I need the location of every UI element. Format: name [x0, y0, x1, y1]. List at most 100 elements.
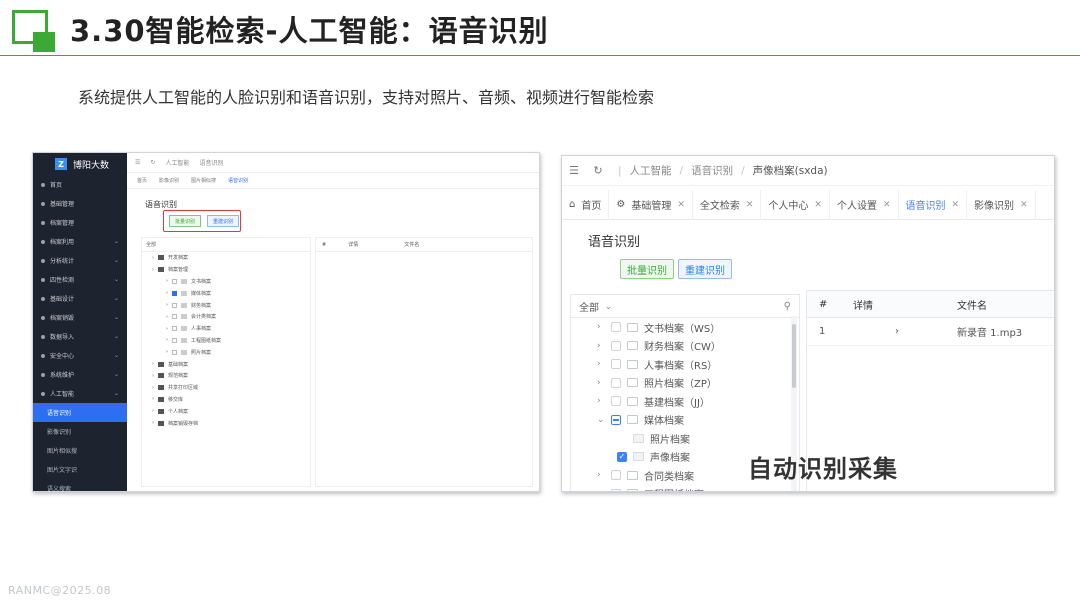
chevron-right-icon[interactable]: › — [166, 326, 168, 332]
checkbox[interactable] — [611, 340, 621, 351]
refresh-icon[interactable]: ↻ — [150, 159, 155, 166]
left-sidebar-item[interactable]: 数据导入 ⌄ — [33, 327, 127, 346]
tree-node[interactable]: › 文书档案（WS） — [571, 318, 799, 337]
chevron-right-icon[interactable]: › — [166, 314, 168, 320]
tree-filter[interactable]: 全部 ⌄ ⚲ — [571, 294, 799, 318]
tab-5[interactable]: 语音识别 ✕ — [899, 189, 968, 220]
left-sidebar-subitem[interactable]: 图片文字识 — [33, 460, 127, 479]
close-icon[interactable]: ✕ — [883, 200, 891, 210]
checkbox[interactable] — [611, 488, 621, 491]
left-sidebar-item[interactable]: 档案销毁 ⌄ — [33, 308, 127, 327]
checkbox[interactable] — [172, 290, 177, 296]
tree-node[interactable]: › 工程图纸档案 — [571, 485, 799, 491]
chevron-right-icon[interactable]: › — [152, 385, 154, 391]
left-tab-image[interactable]: 影像识别 — [159, 177, 179, 184]
left-tree-row[interactable]: › 工程图纸档案 — [142, 335, 310, 347]
close-icon[interactable]: ✕ — [746, 200, 754, 210]
chevron-right-icon[interactable]: › — [597, 470, 605, 480]
left-tab-home[interactable]: 首页 — [137, 177, 147, 184]
batch-recognize-button[interactable]: 批量识别 — [620, 259, 674, 279]
close-icon[interactable]: ✕ — [814, 200, 822, 210]
left-sidebar-subitem[interactable]: 影像识别 — [33, 422, 127, 441]
checkbox[interactable] — [611, 414, 621, 425]
chevron-right-icon[interactable]: › — [152, 373, 154, 379]
left-sidebar-item[interactable]: 系统维护 ⌄ — [33, 365, 127, 384]
chevron-right-icon[interactable]: › — [152, 255, 154, 261]
chevron-right-icon[interactable]: › — [166, 290, 168, 296]
chevron-right-icon[interactable]: › — [166, 278, 168, 284]
checkbox[interactable] — [172, 302, 177, 308]
refresh-icon[interactable]: ↻ — [586, 164, 610, 177]
chevron-right-icon[interactable]: › — [152, 396, 154, 402]
tree-node[interactable]: › 照片档案（ZP） — [571, 374, 799, 393]
left-tree-row[interactable]: › 个人档案 — [142, 405, 310, 417]
left-sidebar-item[interactable]: 四性检测 ⌄ — [33, 270, 127, 289]
left-tree-row[interactable]: › 文书档案 — [142, 276, 310, 288]
checkbox[interactable] — [172, 314, 177, 320]
chevron-right-icon[interactable]: › — [152, 420, 154, 426]
tab-3[interactable]: 个人中心 ✕ — [761, 189, 830, 220]
left-tree-row[interactable]: › 档案管理 — [142, 264, 310, 276]
checkbox[interactable]: ✓ — [617, 451, 627, 462]
left-tab-voice[interactable]: 语音识别 — [228, 177, 248, 184]
chevron-down-icon[interactable]: ⌄ — [597, 415, 605, 425]
chevron-right-icon[interactable]: › — [166, 337, 168, 343]
tab-2[interactable]: 全文检索 ✕ — [693, 189, 762, 220]
chevron-right-icon[interactable]: › — [152, 361, 154, 367]
left-tree-row[interactable]: › 开发档案 — [142, 252, 310, 264]
chevron-right-icon[interactable]: › — [152, 267, 154, 273]
left-tree-row[interactable]: › 会计类档案 — [142, 311, 310, 323]
tree-node[interactable]: ⌄ 媒体档案 — [571, 411, 799, 430]
breadcrumb-2[interactable]: 语音识别 — [691, 163, 733, 178]
checkbox[interactable] — [611, 322, 621, 333]
left-sidebar-item[interactable]: 首页 — [33, 175, 127, 194]
left-sidebar-item[interactable]: 分析统计 ⌄ — [33, 251, 127, 270]
tree-node[interactable]: › 基建档案（JJ） — [571, 392, 799, 411]
chevron-right-icon[interactable]: › — [597, 489, 605, 491]
left-tree-row[interactable]: › 移交库 — [142, 394, 310, 406]
left-tree-header[interactable]: 全部 — [142, 238, 310, 252]
rebuild-recognize-button[interactable]: 重建识别 — [678, 259, 732, 279]
tree-node[interactable]: 照片档案 — [571, 429, 799, 448]
left-sidebar-item[interactable]: 人工智能 ⌄ — [33, 384, 127, 403]
expand-chevron-icon[interactable]: › — [849, 326, 957, 337]
left-sidebar-item[interactable]: 基础管理 — [33, 194, 127, 213]
chevron-right-icon[interactable]: › — [166, 302, 168, 308]
checkbox[interactable] — [172, 278, 177, 284]
chevron-right-icon[interactable]: › — [597, 378, 605, 388]
chevron-right-icon[interactable]: › — [597, 322, 605, 332]
close-icon[interactable]: ✕ — [1020, 200, 1028, 210]
left-sidebar-subitem[interactable]: 图片相似搜 — [33, 441, 127, 460]
chevron-right-icon[interactable]: › — [166, 349, 168, 355]
breadcrumb-1[interactable]: 人工智能 — [630, 163, 672, 178]
checkbox[interactable] — [611, 377, 621, 388]
tab-6[interactable]: 影像识别 ✕ — [967, 189, 1036, 220]
tree-node[interactable]: › 财务档案（CW） — [571, 337, 799, 356]
checkbox[interactable] — [611, 359, 621, 370]
chevron-down-icon[interactable]: ⌄ — [605, 302, 612, 311]
checkbox[interactable] — [172, 337, 177, 343]
left-rebuild-button[interactable]: 重建识别 — [207, 215, 240, 227]
menu-icon[interactable]: ☰ — [562, 164, 586, 177]
left-sidebar-item[interactable]: 安全中心 ⌄ — [33, 346, 127, 365]
left-tree-row[interactable]: › 人事档案 — [142, 323, 310, 335]
chevron-right-icon[interactable]: › — [152, 408, 154, 414]
left-tree-row[interactable]: › 照片档案 — [142, 346, 310, 358]
left-sidebar-item[interactable]: 档案管理 — [33, 213, 127, 232]
left-sidebar-item[interactable]: 基础设计 ⌄ — [33, 289, 127, 308]
chevron-right-icon[interactable]: › — [597, 341, 605, 351]
checkbox[interactable] — [172, 326, 177, 332]
left-tree-row[interactable]: › 档案销毁存档 — [142, 417, 310, 429]
left-batch-recognize-button[interactable]: 批量识别 — [169, 215, 202, 227]
left-tree-row[interactable]: › 规范档案 — [142, 370, 310, 382]
left-tab-search[interactable]: 图片相似搜 — [191, 177, 216, 184]
checkbox[interactable] — [611, 396, 621, 407]
tab-0[interactable]: ⌂ 首页 — [562, 189, 610, 220]
table-row[interactable]: 1 › 新录音 1.mp3 — [807, 318, 1054, 346]
tab-1[interactable]: ⚙ 基础管理 ✕ — [609, 189, 693, 220]
search-icon[interactable]: ⚲ — [784, 301, 791, 312]
left-tree-row[interactable]: › 财务档案 — [142, 299, 310, 311]
left-tree-row[interactable]: › 共享打印区域 — [142, 382, 310, 394]
chevron-right-icon[interactable]: › — [597, 396, 605, 406]
chevron-right-icon[interactable]: › — [597, 359, 605, 369]
